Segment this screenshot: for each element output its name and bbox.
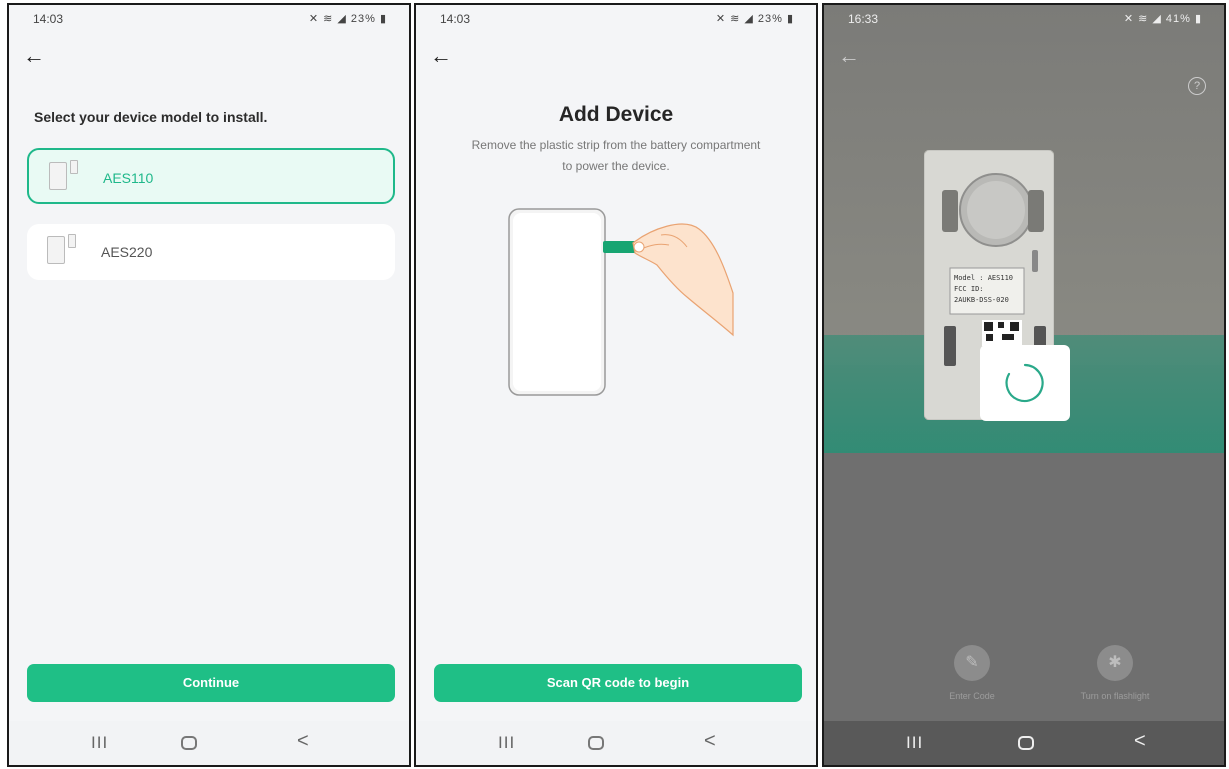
flashlight-off-icon[interactable]: ✱ xyxy=(1097,645,1133,681)
magnet-thumbnail-icon xyxy=(68,234,76,248)
flashlight-control[interactable]: ✱ Turn on flashlight xyxy=(1060,645,1170,701)
device-option-aes110[interactable]: AES110 xyxy=(27,148,395,204)
device-label-line: Model : AES110 xyxy=(954,274,1013,282)
status-icons: ✕ ≋ ◢ 23% ▮ xyxy=(308,13,387,25)
status-icons: ✕ ≋ ◢ 23% ▮ xyxy=(715,13,794,25)
device-option-label: AES220 xyxy=(101,244,153,260)
help-icon[interactable]: ? xyxy=(1188,77,1206,95)
loading-spinner-icon xyxy=(1005,363,1044,403)
recent-apps-icon[interactable]: III xyxy=(906,733,923,753)
device-label-line: FCC ID: xyxy=(954,285,984,293)
page-instructions: Remove the plastic strip from the batter… xyxy=(471,138,761,173)
device-label-line: 2AUKB-DSS-020 xyxy=(954,296,1009,304)
device-select-screen: 14:03 ✕ ≋ ◢ 23% ▮ ← Select your device m… xyxy=(7,3,411,767)
home-icon[interactable] xyxy=(181,736,197,750)
nav-back-icon[interactable]: < xyxy=(1134,730,1146,753)
system-nav-bar: III < xyxy=(9,721,409,765)
system-nav-bar: III < xyxy=(824,721,1224,765)
screenshot-collage: 14:03 ✕ ≋ ◢ 23% ▮ ← Select your device m… xyxy=(0,0,1229,769)
continue-button[interactable]: Continue xyxy=(27,664,395,702)
scan-qr-button[interactable]: Scan QR code to begin xyxy=(434,664,802,702)
status-time: 14:03 xyxy=(440,12,471,26)
back-arrow-icon[interactable]: ← xyxy=(838,45,860,67)
status-time: 16:33 xyxy=(848,12,879,26)
back-arrow-icon[interactable]: ← xyxy=(430,45,452,67)
loading-spinner-dialog xyxy=(980,345,1070,421)
sensor-thumbnail-icon xyxy=(49,162,67,190)
magnet-thumbnail-icon xyxy=(70,160,78,174)
qr-scan-screen: Model : AES110 FCC ID: 2AUKB-DSS-020 16:… xyxy=(822,3,1226,767)
flashlight-label: Turn on flashlight xyxy=(1080,691,1150,701)
nav-back-icon[interactable]: < xyxy=(297,730,309,753)
add-device-screen: 14:03 ✕ ≋ ◢ 23% ▮ ← Add Device Remove th… xyxy=(414,3,818,767)
page-title: Add Device xyxy=(558,103,674,126)
enter-code-control[interactable]: ✎ Enter Code xyxy=(917,645,1027,701)
home-icon[interactable] xyxy=(588,736,604,750)
status-bar: 14:03 ✕ ≋ ◢ 23% ▮ xyxy=(9,5,409,35)
recent-apps-icon[interactable]: III xyxy=(91,733,108,753)
system-nav-bar: III < xyxy=(416,721,816,765)
home-icon[interactable] xyxy=(1018,736,1034,750)
status-bar: 14:03 ✕ ≋ ◢ 23% ▮ xyxy=(416,5,816,35)
recent-apps-icon[interactable]: III xyxy=(498,733,515,753)
device-option-aes220[interactable]: AES220 xyxy=(27,224,395,280)
status-bar: 16:33 ✕ ≋ ◢ 41% ▮ xyxy=(824,5,1224,35)
back-arrow-icon[interactable]: ← xyxy=(23,45,45,67)
device-option-label: AES110 xyxy=(103,170,154,186)
status-time: 14:03 xyxy=(33,12,64,26)
remove-battery-strip-illustration xyxy=(508,208,734,396)
nav-back-icon[interactable]: < xyxy=(704,730,716,753)
status-icons: ✕ ≋ ◢ 41% ▮ xyxy=(1123,13,1202,25)
page-prompt: Select your device model to install. xyxy=(34,109,268,125)
edit-icon[interactable]: ✎ xyxy=(954,645,990,681)
enter-code-label: Enter Code xyxy=(949,691,995,701)
sensor-thumbnail-icon xyxy=(47,236,65,264)
